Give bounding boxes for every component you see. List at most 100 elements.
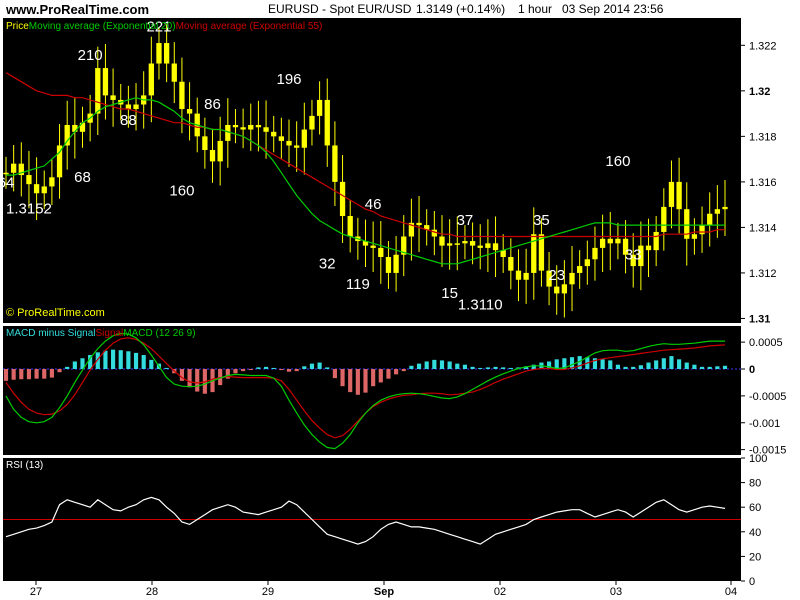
candle-body [615,238,621,244]
candle-body [668,181,675,207]
macd-hist-bar [332,369,337,379]
x-tick-label: 27 [30,586,42,598]
candle-body [64,124,70,146]
macd-hist-bar [111,349,116,369]
price-annotation: 160 [169,183,194,200]
price-annotation: 1.3110 [458,296,503,313]
macd-hist-bar [432,359,437,369]
candle-body [416,222,422,226]
0-tick-label: 1.312 [749,268,777,280]
candle-body [645,245,652,251]
x-tick-label: 28 [146,586,158,598]
macd-hist-bar [164,367,169,369]
macd-hist-bar [271,367,276,369]
legend-item: Moving average (Exponential 20) [29,21,176,32]
candle-body [370,245,376,248]
2-tick-label: 60 [749,502,761,514]
macd-hist-bar [638,365,643,369]
candle-body [248,124,254,130]
macd-hist-bar [669,356,674,369]
macd-hist-bar [340,369,345,387]
macd-hist-bar [424,361,429,369]
macd-hist-bar [646,362,651,369]
macd-hist-bar [554,359,559,369]
macd-hist-bar [394,369,399,375]
candle-body [255,124,262,128]
candle-body [316,99,323,116]
macd-hist-bar [401,369,406,372]
candle-body [492,243,499,251]
1-tick-label: -0.001 [749,418,780,430]
macd-hist-bar [707,366,712,369]
candle-body [209,150,216,162]
candle-body [569,272,575,285]
macd-hist-bar [11,369,16,380]
macd-hist-bar [133,352,139,369]
macd-hist-bar [615,364,620,369]
candle-body [33,184,40,194]
macd-hist-bar [3,369,9,381]
candle-body [515,270,522,280]
candle-body [125,104,132,110]
candle-body [653,231,659,251]
0-tick-label: 1.318 [749,131,777,143]
macd-hist-bar [103,350,108,369]
candle-body [339,181,346,217]
candle-body [102,68,109,96]
candle-body [95,68,101,114]
macd-hist-bar [317,362,322,369]
macd-hist-bar [386,369,391,379]
candle-body [378,247,384,257]
candle-body [508,256,514,271]
candle-body [607,238,613,244]
candle-body [217,140,223,162]
macd-hist-bar [416,363,422,369]
legend-item: Moving average (Exponential 55) [176,21,323,32]
candle-body [393,254,399,273]
x-tick-label: 04 [725,586,737,598]
macd-panel-bg [3,326,741,455]
macd-hist-bar [699,366,705,369]
candle-body [240,127,246,130]
x-tick-label: 03 [610,586,622,598]
candle-body [722,206,728,210]
macd-hist-bar [42,369,47,379]
candle-body [41,186,47,194]
macd-hist-bar [34,369,39,379]
macd-hist-bar [279,369,284,371]
macd-hist-bar [363,369,368,393]
macd-hist-bar [302,366,307,369]
candle-body [110,95,116,100]
x-tick-label: 29 [262,586,274,598]
candle-body [301,129,307,148]
macd-hist-bar [654,360,659,369]
macd-hist-bar [241,369,246,372]
candle-body [163,43,170,64]
macd-hist-bar [118,350,123,369]
macd-hist-bar [439,360,445,369]
price-annotation: 37 [457,212,474,229]
candle-body [561,284,568,294]
candle-body [271,131,277,137]
price-annotation: 210 [78,47,103,64]
macd-hist-bar [631,366,636,369]
macd-hist-bar [485,367,490,369]
price-annotation: 68 [74,169,91,186]
candle-body [309,115,315,130]
candle-body [148,63,154,96]
0-tick-label: 1.31 [749,313,770,325]
price-annotation: 64 [0,175,14,192]
macd-hist-bar [478,367,483,369]
macd-hist-bar [378,369,383,383]
macd-hist-bar [248,369,253,371]
macd-hist-bar [19,369,24,380]
candle-body [584,259,590,267]
macd-hist-bar [348,369,353,393]
macd-hist-bar [722,365,728,369]
macd-hist-bar [600,359,605,369]
chart-canvas[interactable]: © ProRealTime.com 641.315268210882211608… [0,0,800,600]
macd-hist-bar [149,359,154,369]
candle-body [286,140,292,146]
macd-hist-bar [447,361,452,369]
candle-body [485,243,491,248]
